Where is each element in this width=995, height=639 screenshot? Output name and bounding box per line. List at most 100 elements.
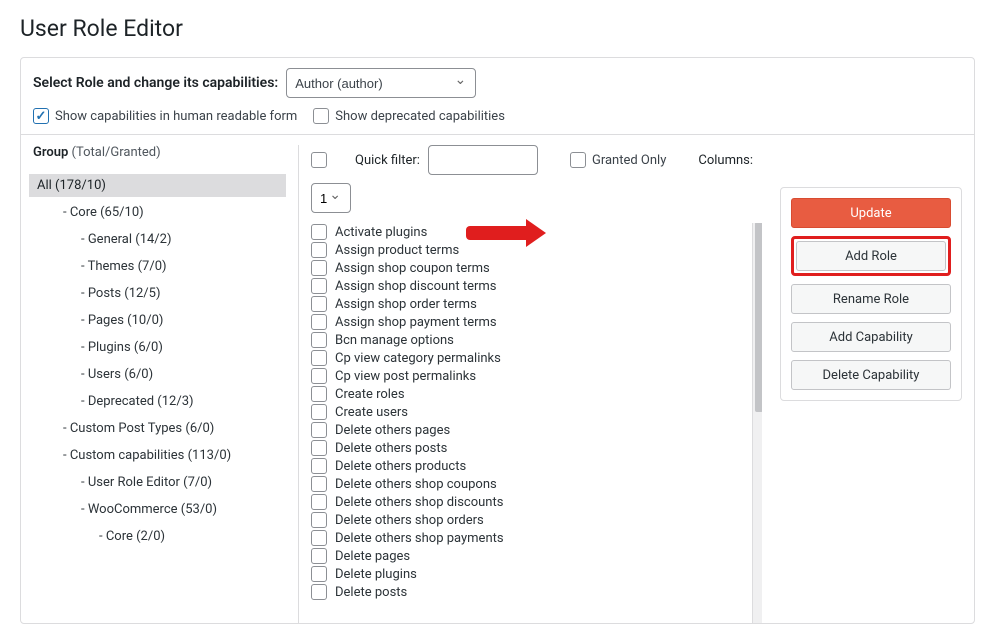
group-tree-item[interactable]: All (178/10) <box>29 174 286 197</box>
capability-checkbox[interactable] <box>311 566 327 582</box>
capability-checkbox[interactable] <box>311 440 327 456</box>
capability-label: Create roles <box>335 387 405 402</box>
capability-row: Create users <box>311 403 758 421</box>
capability-checkbox[interactable] <box>311 422 327 438</box>
group-tree-item[interactable]: - General (14/2) <box>73 228 286 251</box>
capability-label: Cp view category permalinks <box>335 351 501 366</box>
group-tree-item[interactable]: - Themes (7/0) <box>73 255 286 278</box>
capability-checkbox[interactable] <box>311 476 327 492</box>
capability-label: Assign shop discount terms <box>335 279 496 294</box>
human-readable-toggle[interactable]: Show capabilities in human readable form <box>33 108 297 124</box>
capability-checkbox[interactable] <box>311 278 327 294</box>
page-title: User Role Editor <box>20 15 975 42</box>
group-tree-item[interactable]: - Users (6/0) <box>73 363 286 386</box>
scrollbar-thumb[interactable] <box>755 223 762 412</box>
quick-filter-label: Quick filter: <box>355 153 420 168</box>
group-tree: All (178/10) - Core (65/10) - General (14/… <box>29 174 286 548</box>
capability-row: Bcn manage options <box>311 331 758 349</box>
deprecated-toggle[interactable]: Show deprecated capabilities <box>313 108 505 124</box>
capability-checkbox[interactable] <box>311 584 327 600</box>
capability-label: Delete plugins <box>335 567 417 582</box>
select-role-label: Select Role and change its capabilities: <box>33 75 278 91</box>
group-tree-item[interactable]: - Custom Post Types (6/0) <box>55 417 286 440</box>
group-tree-item[interactable]: - Pages (10/0) <box>73 309 286 332</box>
role-select[interactable]: Author (author) <box>286 68 476 98</box>
add-role-button[interactable]: Add Role <box>796 241 946 271</box>
deprecated-label: Show deprecated capabilities <box>335 109 505 124</box>
capability-row: Delete others shop orders <box>311 511 758 529</box>
delete-capability-button[interactable]: Delete Capability <box>791 360 951 390</box>
capability-checkbox[interactable] <box>311 404 327 420</box>
capability-label: Delete others shop coupons <box>335 477 497 492</box>
capability-row: Delete posts <box>311 583 758 601</box>
capability-row: Cp view post permalinks <box>311 367 758 385</box>
checkbox-icon <box>570 152 586 168</box>
group-label-bold: Group <box>33 145 68 160</box>
capability-checkbox[interactable] <box>311 332 327 348</box>
capability-checkbox[interactable] <box>311 548 327 564</box>
capability-row: Assign shop discount terms <box>311 277 758 295</box>
capability-label: Delete others pages <box>335 423 450 438</box>
group-tree-item[interactable]: - Core (65/10) <box>55 201 286 224</box>
actions-column: Update Add Role Rename Role Add Capabili… <box>762 145 962 623</box>
capability-row: Delete others posts <box>311 439 758 457</box>
capability-row: Cp view category permalinks <box>311 349 758 367</box>
select-all-checkbox[interactable] <box>311 152 327 168</box>
highlight-annotation: Add Role <box>791 236 951 276</box>
capability-label: Delete others shop discounts <box>335 495 503 510</box>
capability-checkbox[interactable] <box>311 260 327 276</box>
update-button[interactable]: Update <box>791 198 951 228</box>
group-label-suffix: (Total/Granted) <box>68 145 160 160</box>
capability-row: Create roles <box>311 385 758 403</box>
quick-filter-input[interactable] <box>428 145 538 175</box>
group-header: Group (Total/Granted) <box>33 145 286 160</box>
capability-checkbox[interactable] <box>311 224 327 240</box>
checkbox-icon <box>313 108 329 124</box>
granted-only-label: Granted Only <box>592 153 666 168</box>
group-tree-item[interactable]: - Posts (12/5) <box>73 282 286 305</box>
group-tree-item[interactable]: - WooCommerce (53/0) <box>73 498 286 521</box>
capability-checkbox[interactable] <box>311 494 327 510</box>
capability-label: Delete others posts <box>335 441 447 456</box>
capability-label: Delete others products <box>335 459 466 474</box>
group-tree-item[interactable]: - Core (2/0) <box>91 525 286 548</box>
main-panel: Select Role and change its capabilities:… <box>20 57 975 624</box>
capability-label: Delete pages <box>335 549 410 564</box>
group-tree-item[interactable]: - Custom capabilities (113/0) <box>55 444 286 467</box>
columns-select[interactable]: 1 <box>311 183 351 213</box>
group-column: Group (Total/Granted) All (178/10)- Core… <box>33 145 298 623</box>
capability-label: Delete others shop orders <box>335 513 484 528</box>
annotation-arrow <box>466 219 546 247</box>
capability-checkbox[interactable] <box>311 368 327 384</box>
actions-box: Update Add Role Rename Role Add Capabili… <box>780 187 962 401</box>
capability-checkbox[interactable] <box>311 458 327 474</box>
capability-checkbox[interactable] <box>311 530 327 546</box>
capability-row: Delete others shop discounts <box>311 493 758 511</box>
capability-checkbox[interactable] <box>311 350 327 366</box>
rename-role-button[interactable]: Rename Role <box>791 284 951 314</box>
capability-checkbox[interactable] <box>311 296 327 312</box>
add-capability-button[interactable]: Add Capability <box>791 322 951 352</box>
capability-label: Cp view post permalinks <box>335 369 476 384</box>
capability-checkbox[interactable] <box>311 242 327 258</box>
capability-label: Delete posts <box>335 585 407 600</box>
capability-label: Assign shop payment terms <box>335 315 497 330</box>
capability-label: Bcn manage options <box>335 333 454 348</box>
capability-row: Delete plugins <box>311 565 758 583</box>
capability-label: Delete others shop payments <box>335 531 504 546</box>
human-readable-label: Show capabilities in human readable form <box>55 109 297 124</box>
capability-label: Create users <box>335 405 408 420</box>
scrollbar[interactable] <box>752 223 762 623</box>
capabilities-list: Activate pluginsAssign product termsAssi… <box>311 223 762 623</box>
group-tree-item[interactable]: - User Role Editor (7/0) <box>73 471 286 494</box>
capability-checkbox[interactable] <box>311 512 327 528</box>
granted-only-toggle[interactable]: Granted Only <box>570 152 666 168</box>
capability-checkbox[interactable] <box>311 314 327 330</box>
capability-row: Delete others shop payments <box>311 529 758 547</box>
capability-row: Delete others pages <box>311 421 758 439</box>
capability-row: Assign shop coupon terms <box>311 259 758 277</box>
capability-checkbox[interactable] <box>311 386 327 402</box>
capability-label: Assign product terms <box>335 243 459 258</box>
group-tree-item[interactable]: - Deprecated (12/3) <box>73 390 286 413</box>
group-tree-item[interactable]: - Plugins (6/0) <box>73 336 286 359</box>
